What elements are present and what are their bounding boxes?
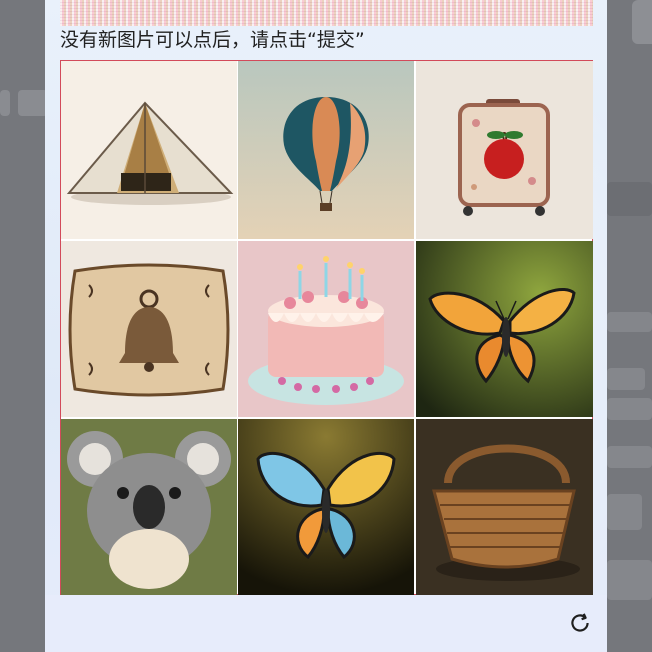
captcha-noise-strip: [60, 0, 593, 26]
captcha-tile-hot-air-balloon[interactable]: [238, 61, 414, 239]
hot-air-balloon-icon: [238, 61, 414, 239]
captcha-tile-tent[interactable]: [61, 61, 237, 239]
butterfly-icon: [416, 241, 593, 417]
basket-icon: [416, 419, 593, 595]
captcha-instruction: 没有新图片可以点后，请点击“提交”: [60, 29, 365, 51]
pillow-icon: [61, 241, 237, 417]
refresh-button[interactable]: [567, 610, 593, 636]
koala-icon: [61, 419, 237, 595]
suitcase-icon: [416, 61, 593, 239]
butterfly-icon: [238, 419, 414, 595]
background-element: [0, 90, 10, 116]
captcha-footer: [45, 595, 607, 652]
grid-divider: [61, 239, 592, 241]
captcha-tile-butterfly-colorful[interactable]: [238, 419, 414, 595]
captcha-tile-pillow[interactable]: [61, 241, 237, 417]
cake-icon: [238, 241, 414, 417]
background-element: [607, 560, 652, 600]
captcha-tile-cake[interactable]: [238, 241, 414, 417]
grid-divider: [61, 417, 592, 419]
background-element: [607, 312, 652, 332]
tent-icon: [61, 61, 237, 239]
captcha-tile-basket[interactable]: [416, 419, 593, 595]
background-element: [632, 0, 652, 44]
background-element: [18, 90, 48, 116]
background-element: [607, 182, 652, 216]
grid-divider: [237, 61, 238, 594]
captcha-tile-koala[interactable]: [61, 419, 237, 595]
captcha-tile-suitcase[interactable]: [416, 61, 593, 239]
background-element: [607, 494, 642, 530]
background-element: [607, 446, 652, 468]
captcha-modal: 没有新图片可以点后，请点击“提交”: [45, 0, 607, 652]
refresh-icon: [571, 613, 589, 632]
background-element: [607, 398, 652, 420]
grid-divider: [414, 61, 416, 594]
background-element: [607, 368, 645, 390]
captcha-tile-butterfly-orange[interactable]: [416, 241, 593, 417]
captcha-image-grid: [60, 60, 593, 595]
